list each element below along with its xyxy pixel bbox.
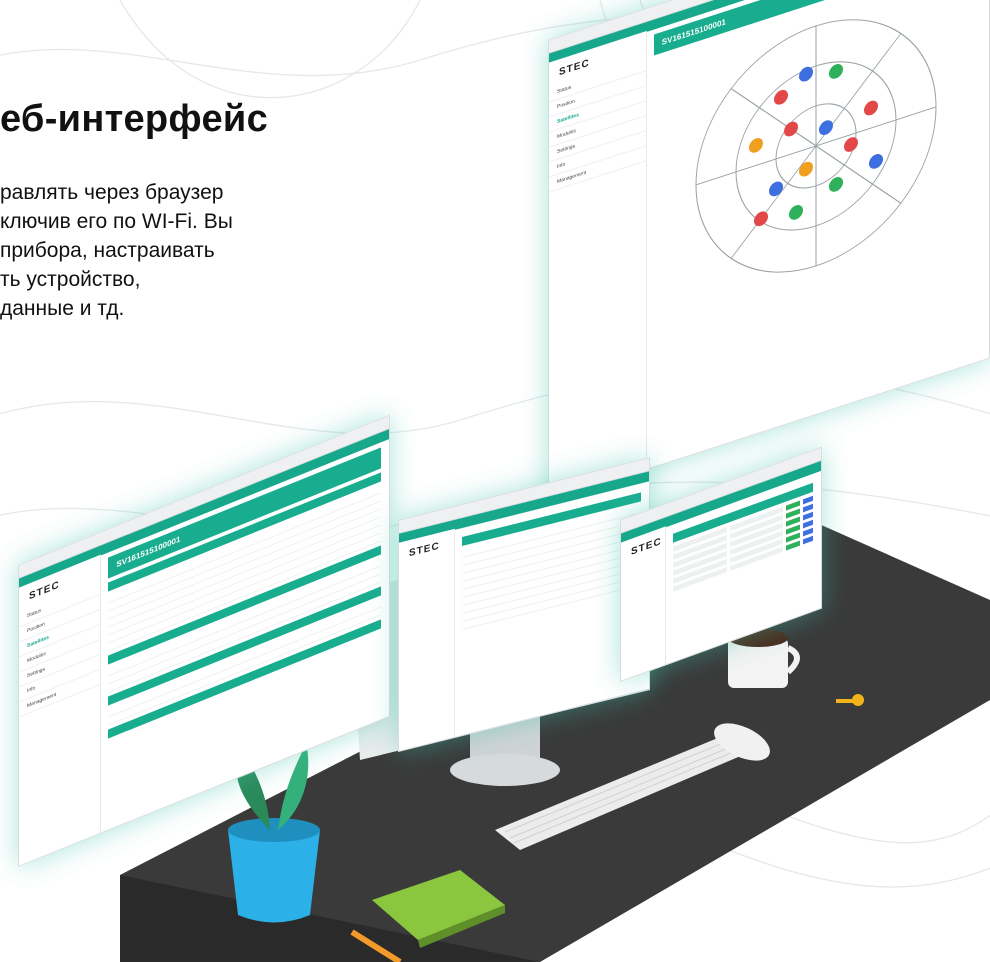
sidebar: STEC Status Position Satellites Modules … xyxy=(549,30,647,501)
satellite-skyplot xyxy=(695,19,937,273)
sidebar: STEC Status Position Satellites Modules … xyxy=(19,554,102,866)
enable-button[interactable] xyxy=(786,540,800,551)
edit-button[interactable] xyxy=(803,535,813,545)
sidebar: STEC xyxy=(399,528,455,751)
plant-pot xyxy=(228,830,320,923)
sidebar: STEC xyxy=(621,526,666,681)
